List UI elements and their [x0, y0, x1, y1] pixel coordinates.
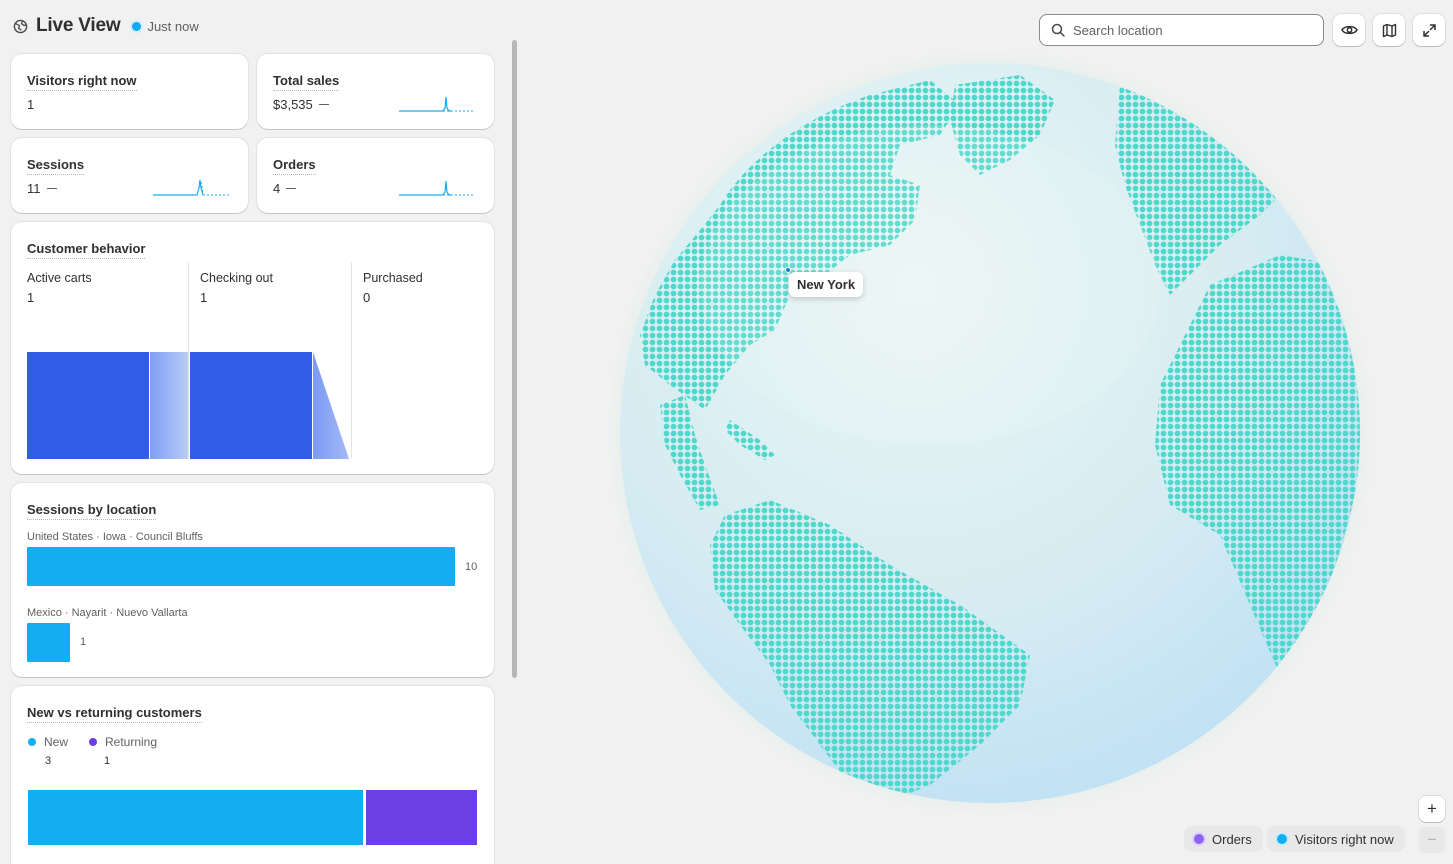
visitors-card[interactable]: Visitors right now 1	[11, 54, 248, 129]
location-pin[interactable]	[785, 267, 791, 273]
location-label: Mexico · Nayarit · Nuevo Vallarta	[27, 607, 188, 619]
minus-icon: −	[1427, 830, 1437, 849]
funnel-chart	[27, 352, 349, 459]
sessions-by-location-card: Sessions by location United States · Iow…	[11, 483, 494, 677]
funnel-bar-active-carts	[27, 352, 149, 459]
legend-returning: Returning	[89, 735, 157, 749]
total-sales-value: $3,535	[273, 97, 329, 112]
location-count: 10	[465, 561, 478, 573]
page-header: Live View Just now	[13, 14, 199, 38]
sessions-card[interactable]: Sessions 11	[11, 138, 248, 213]
search-icon	[1051, 23, 1065, 37]
active-carts-value: 1	[27, 290, 35, 305]
sessions-sparkline	[153, 179, 229, 196]
globe-map[interactable]	[598, 41, 1382, 825]
visitors-title[interactable]: Visitors right now	[27, 73, 137, 91]
funnel-transition	[150, 352, 188, 459]
globe-icon	[13, 19, 28, 33]
active-carts-label: Active carts	[27, 271, 92, 285]
new-bar	[28, 790, 363, 845]
zoom-in-button[interactable]: +	[1419, 796, 1445, 822]
purchased-label: Purchased	[363, 271, 423, 285]
sessions-value: 11	[27, 181, 57, 196]
location-bar	[27, 547, 455, 586]
funnel-bar-checking-out	[190, 352, 312, 459]
orders-legend-label: Orders	[1212, 831, 1252, 847]
new-value: 3	[45, 755, 52, 767]
visitors-legend-label: Visitors right now	[1295, 831, 1394, 847]
purchased-value: 0	[363, 290, 371, 305]
live-dot	[132, 21, 142, 31]
globe-svg[interactable]	[598, 41, 1382, 825]
visibility-button[interactable]	[1333, 14, 1365, 46]
plus-icon: +	[1427, 799, 1437, 818]
eye-icon	[1340, 25, 1358, 35]
orders-title[interactable]: Orders	[273, 157, 316, 175]
live-status: Just now	[132, 18, 199, 34]
visitors-value: 1	[27, 97, 35, 112]
globe-gloss	[700, 125, 1160, 445]
new-vs-returning-card: New vs returning customers New 3 Returni…	[11, 686, 494, 864]
search-box[interactable]	[1039, 14, 1324, 46]
customer-behavior-title[interactable]: Customer behavior	[27, 241, 146, 259]
map-tooltip: New York	[789, 272, 864, 297]
orders-sparkline	[399, 180, 475, 196]
location-bar	[27, 623, 70, 662]
returning-bar	[366, 790, 477, 845]
returning-dot	[89, 738, 97, 746]
sessions-by-location-title[interactable]: Sessions by location	[27, 502, 157, 520]
expand-icon	[1422, 23, 1436, 37]
new-vs-returning-title[interactable]: New vs returning customers	[27, 705, 202, 723]
new-dot	[28, 738, 36, 746]
total-sales-title[interactable]: Total sales	[273, 73, 340, 91]
search-input[interactable]	[1073, 22, 1303, 38]
fullscreen-button[interactable]	[1413, 14, 1445, 46]
visitors-dot	[1277, 834, 1287, 844]
location-count: 1	[80, 636, 87, 648]
customer-behavior-card: Customer behavior Active carts 1 Checkin…	[11, 222, 494, 474]
sales-sparkline	[399, 96, 475, 112]
location-label: United States · Iowa · Council Bluffs	[27, 531, 203, 543]
orders-value: 4	[273, 181, 297, 196]
legend-orders[interactable]: Orders	[1184, 826, 1263, 852]
legend-new: New	[28, 735, 68, 749]
total-sales-card[interactable]: Total sales $3,535	[257, 54, 494, 129]
panel-scrollbar[interactable]	[512, 40, 517, 678]
orders-card[interactable]: Orders 4	[257, 138, 494, 213]
orders-dot	[1194, 834, 1204, 844]
page-title: Live View	[36, 15, 121, 36]
map-view-button[interactable]	[1373, 14, 1405, 46]
zoom-out-button[interactable]: −	[1419, 827, 1445, 853]
legend-visitors[interactable]: Visitors right now	[1267, 826, 1405, 852]
status-text: Just now	[147, 18, 199, 34]
funnel-dropoff	[313, 352, 349, 459]
returning-value: 1	[104, 755, 111, 767]
map-icon	[1382, 23, 1396, 37]
sessions-title[interactable]: Sessions	[27, 157, 85, 175]
checking-out-value: 1	[200, 290, 208, 305]
checking-out-label: Checking out	[200, 271, 273, 285]
